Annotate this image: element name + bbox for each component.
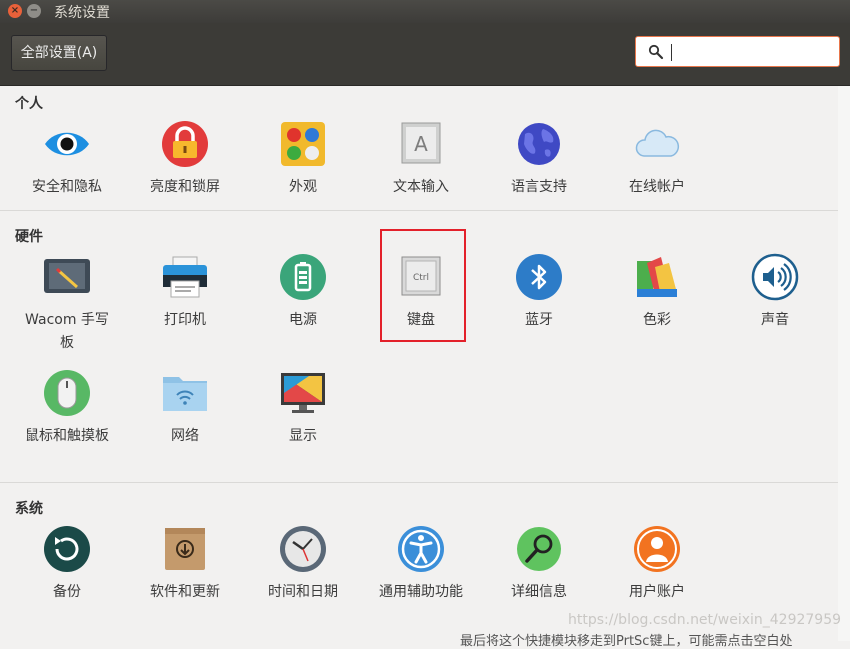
item-label: 鼠标和触摸板 xyxy=(25,428,109,444)
item-label: 外观 xyxy=(289,179,317,195)
title-bar: × − 系统设置 xyxy=(0,0,850,23)
item-label: 文本输入 xyxy=(393,179,449,195)
item-printer[interactable]: 打印机 xyxy=(130,253,240,332)
printer-icon xyxy=(161,253,209,301)
palette-icon xyxy=(279,120,327,168)
svg-text:A: A xyxy=(414,132,428,156)
item-details[interactable]: 详细信息 xyxy=(484,525,594,604)
item-label: 声音 xyxy=(761,312,789,328)
item-color[interactable]: 色彩 xyxy=(602,253,712,332)
clock-icon xyxy=(279,525,327,573)
item-label: 网络 xyxy=(171,428,199,444)
item-label: 软件和更新 xyxy=(150,584,220,600)
item-label: 电源 xyxy=(289,312,317,328)
mouse-icon xyxy=(43,369,91,417)
text-input-icon: A xyxy=(397,120,445,168)
item-label: 蓝牙 xyxy=(525,312,553,328)
item-bluetooth[interactable]: 蓝牙 xyxy=(484,253,594,332)
item-label: 打印机 xyxy=(164,312,206,328)
item-universal-access[interactable]: 通用辅助功能 xyxy=(366,525,476,604)
toolbar: 全部设置(A) xyxy=(0,23,850,86)
bluetooth-icon xyxy=(515,253,563,301)
item-label: 时间和日期 xyxy=(268,584,338,600)
item-label: 通用辅助功能 xyxy=(379,584,463,600)
watermark-text: https://blog.csdn.net/weixin_42927959 xyxy=(568,612,842,628)
minimize-window-button[interactable]: − xyxy=(27,4,41,18)
color-swatch-icon xyxy=(633,253,681,301)
search-icon xyxy=(648,44,664,64)
item-language-support[interactable]: 语言支持 xyxy=(484,120,594,199)
section-divider xyxy=(0,210,838,211)
item-software-updates[interactable]: 软件和更新 xyxy=(130,525,240,604)
item-display[interactable]: 显示 xyxy=(248,369,358,448)
item-network[interactable]: 网络 xyxy=(130,369,240,448)
backup-icon xyxy=(43,525,91,573)
cloud-icon xyxy=(633,120,681,168)
accessibility-icon xyxy=(397,525,445,573)
section-title-personal: 个人 xyxy=(15,96,43,112)
item-wacom-tablet[interactable]: Wacom 手写板 xyxy=(12,253,122,355)
item-label: 显示 xyxy=(289,428,317,444)
eye-icon xyxy=(43,120,91,168)
item-label: 安全和隐私 xyxy=(32,179,102,195)
close-window-button[interactable]: × xyxy=(8,4,22,18)
keyboard-highlight-box xyxy=(380,229,466,342)
item-power[interactable]: 电源 xyxy=(248,253,358,332)
item-security-privacy[interactable]: 安全和隐私 xyxy=(12,120,122,199)
underlying-text: 最后将这个快捷模块移走到PrtSc键上，可能需点击空白处 xyxy=(460,634,793,649)
item-brightness-lock[interactable]: 亮度和锁屏 xyxy=(130,120,240,199)
user-icon xyxy=(633,525,681,573)
tablet-icon xyxy=(43,253,91,301)
item-label: 详细信息 xyxy=(511,584,567,600)
item-user-accounts[interactable]: 用户账户 xyxy=(602,525,712,604)
section-title-system: 系统 xyxy=(15,501,43,517)
section-divider xyxy=(0,482,838,483)
item-label: Wacom 手写板 xyxy=(25,312,109,351)
speaker-icon xyxy=(751,253,799,301)
search-field[interactable] xyxy=(635,36,840,67)
item-online-accounts[interactable]: 在线帐户 xyxy=(602,120,712,199)
item-sound[interactable]: 声音 xyxy=(720,253,830,332)
item-appearance[interactable]: 外观 xyxy=(248,120,358,199)
all-settings-button[interactable]: 全部设置(A) xyxy=(11,35,107,71)
item-backup[interactable]: 备份 xyxy=(12,525,122,604)
network-folder-icon xyxy=(161,369,209,417)
window-title: 系统设置 xyxy=(54,5,110,21)
item-label: 亮度和锁屏 xyxy=(150,179,220,195)
item-label: 色彩 xyxy=(643,312,671,328)
lock-icon xyxy=(161,120,209,168)
section-title-hardware: 硬件 xyxy=(15,229,43,245)
item-text-input[interactable]: A 文本输入 xyxy=(366,120,476,199)
item-time-date[interactable]: 时间和日期 xyxy=(248,525,358,604)
scrollbar-track[interactable] xyxy=(838,86,850,641)
item-mouse-touchpad[interactable]: 鼠标和触摸板 xyxy=(12,369,122,448)
item-label: 备份 xyxy=(53,584,81,600)
package-icon xyxy=(161,525,209,573)
text-caret xyxy=(671,44,672,61)
globe-icon xyxy=(515,120,563,168)
monitor-icon xyxy=(279,369,327,417)
item-label: 用户账户 xyxy=(629,584,685,600)
item-label: 在线帐户 xyxy=(629,179,685,195)
item-label: 语言支持 xyxy=(511,179,567,195)
magnifier-icon xyxy=(515,525,563,573)
battery-icon xyxy=(279,253,327,301)
